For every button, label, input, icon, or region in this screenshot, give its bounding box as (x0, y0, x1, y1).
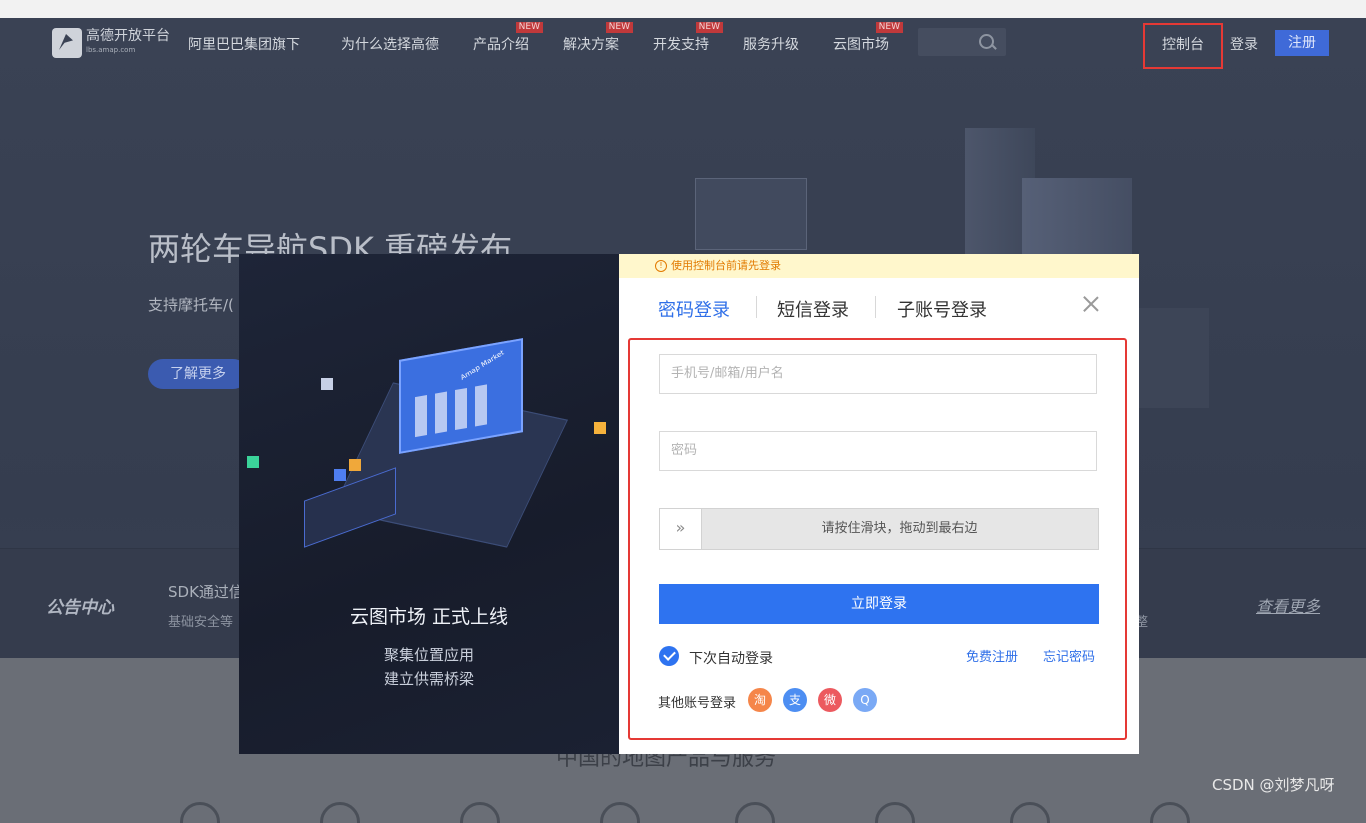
promo-cube (594, 422, 606, 434)
hero-illustration-screen (695, 178, 807, 250)
notice-sub: 基础安全等 (168, 615, 234, 630)
store-window (455, 387, 467, 431)
auto-login-label[interactable]: 下次自动登录 (689, 648, 773, 668)
login-modal-promo: Amap Market 云图市场 正式上线 聚集位置应用 建立供需桥梁 (239, 254, 619, 754)
other-login-label: 其他账号登录 (658, 696, 737, 711)
tab-subaccount-login[interactable]: 子账号登录 (897, 296, 987, 322)
tab-password-login[interactable]: 密码登录 (658, 296, 730, 322)
promo-line-1: 聚集位置应用 (383, 646, 474, 664)
login-warning-bar: ! 使用控制台前请先登录 (619, 254, 1139, 278)
product-icon[interactable] (1150, 802, 1190, 823)
product-icon[interactable] (320, 802, 360, 823)
login-submit-button[interactable]: 立即登录 (659, 584, 1099, 624)
search-icon[interactable] (979, 34, 994, 49)
tab-sms-login[interactable]: 短信登录 (777, 296, 849, 322)
slider-text: 请按住滑块，拖动到最右边 (821, 521, 978, 536)
nav-item-cloud-market[interactable]: 云图市场 NEW (833, 22, 903, 54)
nav-item-products[interactable]: 产品介绍 NEW (473, 22, 543, 54)
nav-item-label: 产品介绍 (473, 37, 529, 53)
search-input[interactable] (918, 28, 1006, 56)
view-more-link[interactable]: 查看更多 (1256, 593, 1320, 617)
alipay-icon[interactable]: 支 (783, 688, 807, 712)
product-icon[interactable] (600, 802, 640, 823)
weibo-icon[interactable]: 微 (818, 688, 842, 712)
forgot-password-link[interactable]: 忘记密码 (1043, 646, 1095, 665)
promo-title: 云图市场 正式上线 (349, 606, 509, 628)
auto-login-checkbox[interactable] (659, 646, 679, 666)
slider-captcha[interactable]: » 请按住滑块，拖动到最右边 (659, 508, 1099, 550)
browser-top-strip (0, 0, 1366, 18)
logo-text: 高德开放平台 lbs.amap.com (86, 29, 170, 57)
product-icon[interactable] (460, 802, 500, 823)
slider-handle-icon[interactable]: » (660, 509, 702, 549)
username-field[interactable]: 手机号/邮箱/用户名 (659, 354, 1097, 394)
promo-cube (349, 459, 361, 471)
csdn-watermark: CSDN @刘梦凡呀 (1212, 776, 1335, 794)
nav-item-why[interactable]: 为什么选择高德 (341, 34, 439, 54)
free-register-link[interactable]: 免费注册 (966, 646, 1018, 665)
promo-cube (247, 456, 259, 468)
promo-cube (321, 378, 333, 390)
store-window (415, 394, 427, 438)
nav-item-solutions[interactable]: 解决方案 NEW (563, 22, 633, 54)
new-badge: NEW (515, 22, 543, 33)
hero-subtitle: 支持摩托车/( (148, 296, 234, 314)
qq-icon[interactable]: Q (853, 688, 877, 712)
hero-illustration-building (1022, 178, 1132, 258)
logo-sub: lbs.amap.com (86, 46, 136, 54)
new-badge: NEW (875, 22, 903, 33)
promo-line-2: 建立供需桥梁 (383, 670, 474, 688)
store-sign: Amap Market (459, 348, 506, 382)
nav-item-label: 云图市场 (833, 37, 889, 53)
register-button[interactable]: 注册 (1275, 30, 1329, 56)
product-icon[interactable] (1010, 802, 1050, 823)
logo-icon (52, 28, 82, 58)
login-modal: ! 使用控制台前请先登录 密码登录 短信登录 子账号登录 手机号/邮箱/用户名 密… (619, 254, 1139, 754)
store-window (435, 391, 447, 434)
nav-item-dev-support[interactable]: 开发支持 NEW (653, 22, 723, 54)
password-field[interactable]: 密码 (659, 431, 1097, 471)
product-icon[interactable] (180, 802, 220, 823)
learn-more-button[interactable]: 了解更多 (148, 359, 248, 389)
taobao-icon[interactable]: 淘 (748, 688, 772, 712)
info-icon: ! (655, 260, 667, 272)
hero-illustration-block (1139, 308, 1209, 408)
console-link[interactable]: 控制台 (1143, 23, 1223, 69)
new-badge: NEW (605, 22, 633, 33)
nav-item-label: 服务升级 (743, 37, 799, 53)
nav-item-label: 开发支持 (653, 37, 709, 53)
logo[interactable]: 高德开放平台 lbs.amap.com (52, 28, 170, 58)
new-badge: NEW (695, 22, 723, 33)
nav-item-label: 解决方案 (563, 37, 619, 53)
product-icon[interactable] (735, 802, 775, 823)
login-warning-text: 使用控制台前请先登录 (671, 259, 781, 272)
store-window (475, 384, 487, 427)
nav-item-label: 为什么选择高德 (341, 37, 439, 53)
nav-item-service-upgrade[interactable]: 服务升级 (743, 34, 799, 54)
tab-divider (756, 296, 757, 318)
tab-divider (875, 296, 876, 318)
product-icon[interactable] (875, 802, 915, 823)
notice-center-label: 公告中心 (46, 598, 114, 618)
login-link[interactable]: 登录 (1230, 34, 1258, 54)
notice-headline[interactable]: SDK通过信 (168, 581, 244, 602)
nav-group-label: 阿里巴巴集团旗下 (188, 37, 300, 53)
top-nav: 高德开放平台 lbs.amap.com 阿里巴巴集团旗下 为什么选择高德 产品介… (0, 18, 1366, 69)
close-icon[interactable] (1083, 296, 1099, 312)
logo-name: 高德开放平台 (86, 28, 170, 44)
promo-cube (334, 469, 346, 481)
